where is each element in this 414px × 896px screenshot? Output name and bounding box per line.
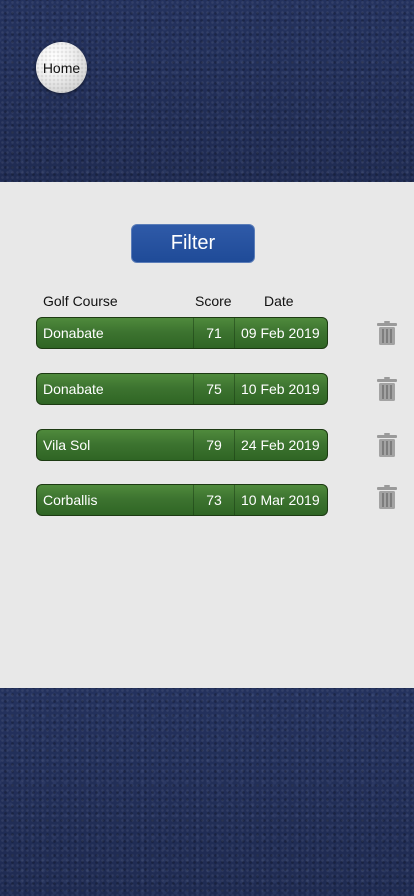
filter-button[interactable]: Filter bbox=[131, 224, 255, 263]
trash-icon[interactable] bbox=[376, 321, 398, 345]
row-score: 71 bbox=[193, 318, 235, 348]
trash-icon[interactable] bbox=[376, 377, 398, 401]
trash-icon[interactable] bbox=[376, 485, 398, 509]
row-score: 75 bbox=[193, 374, 235, 404]
trash-icon[interactable] bbox=[376, 433, 398, 457]
row-score: 79 bbox=[193, 430, 235, 460]
column-header-score: Score bbox=[195, 293, 232, 309]
row-score: 73 bbox=[193, 485, 235, 515]
row-date: 10 Feb 2019 bbox=[241, 381, 320, 397]
row-course: Vila Sol bbox=[43, 437, 91, 453]
score-row[interactable]: Corballis 73 10 Mar 2019 bbox=[36, 484, 328, 516]
footer-texture-background bbox=[0, 688, 414, 896]
row-course: Donabate bbox=[43, 381, 104, 397]
column-header-date: Date bbox=[264, 293, 294, 309]
row-date: 09 Feb 2019 bbox=[241, 325, 320, 341]
scores-panel: Filter Golf Course Score Date Donabate 7… bbox=[0, 182, 414, 688]
home-button[interactable]: Home bbox=[36, 42, 87, 93]
score-row[interactable]: Vila Sol 79 24 Feb 2019 bbox=[36, 429, 328, 461]
row-date: 10 Mar 2019 bbox=[241, 492, 320, 508]
row-course: Corballis bbox=[43, 492, 98, 508]
row-course: Donabate bbox=[43, 325, 104, 341]
row-date: 24 Feb 2019 bbox=[241, 437, 320, 453]
column-header-golf-course: Golf Course bbox=[43, 293, 118, 309]
home-button-label: Home bbox=[42, 59, 81, 76]
score-row[interactable]: Donabate 75 10 Feb 2019 bbox=[36, 373, 328, 405]
score-row[interactable]: Donabate 71 09 Feb 2019 bbox=[36, 317, 328, 349]
